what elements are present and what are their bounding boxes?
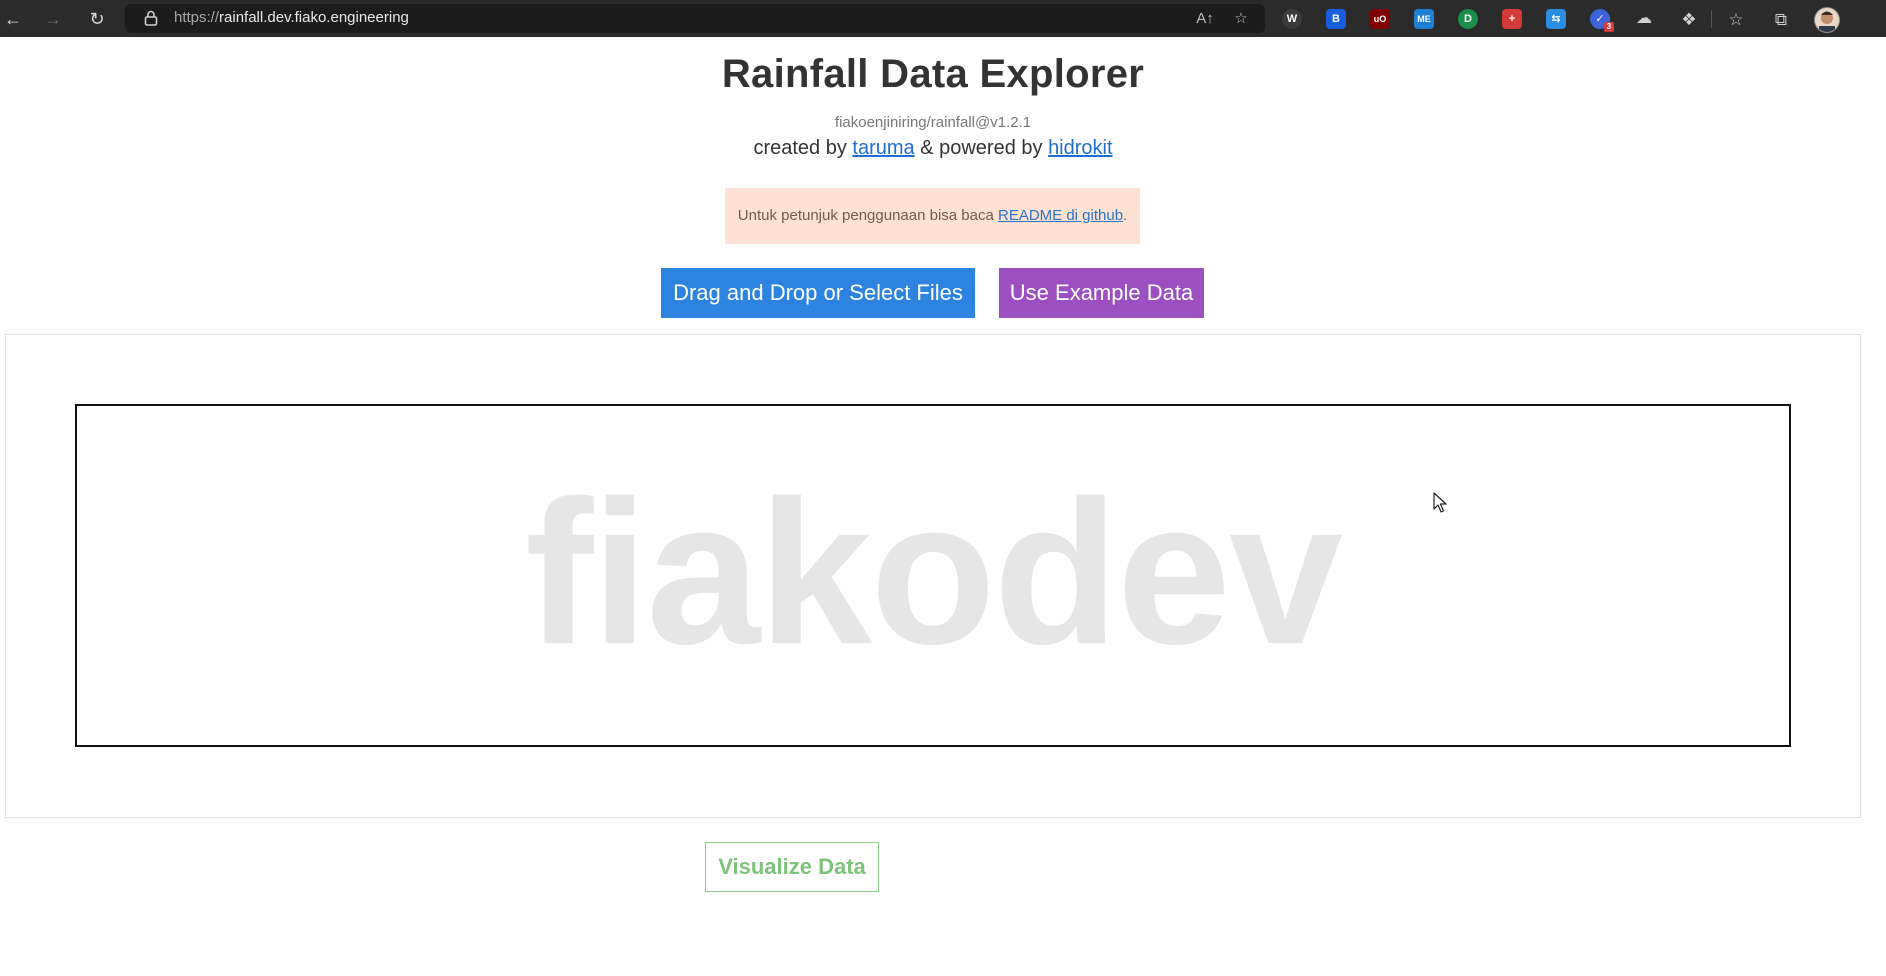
upload-files-button[interactable]: Drag and Drop or Select Files	[661, 268, 975, 318]
notice-suffix: .	[1123, 207, 1128, 224]
ext-me-icon[interactable]: ME	[1414, 9, 1434, 29]
version-label: fiakoenjiniring/rainfall@v1.2.1	[834, 114, 1032, 131]
credits-line: created by taruma & powered by hidrokit	[0, 137, 1866, 160]
bitwarden-icon[interactable]: B	[1326, 9, 1346, 29]
avatar-face-icon	[1815, 8, 1839, 32]
ext-d-icon[interactable]: D	[1458, 9, 1478, 29]
forward-arrow-icon[interactable]: →	[40, 6, 66, 32]
credits-prefix: created by	[753, 137, 853, 159]
ext-badge: 3	[1604, 22, 1614, 32]
add-favorite-icon[interactable]: ☆	[1232, 10, 1250, 28]
ext-w-icon[interactable]: W	[1282, 9, 1302, 29]
browser-toolbar: ← → ↻ https://rainfall.dev.fiako.enginee…	[0, 0, 1886, 37]
use-example-data-button[interactable]: Use Example Data	[999, 268, 1204, 318]
visualize-data-button[interactable]: Visualize Data	[705, 842, 879, 892]
profile-avatar[interactable]	[1814, 7, 1840, 33]
page-title: Rainfall Data Explorer	[721, 52, 1145, 96]
mouse-cursor-icon	[1433, 492, 1447, 513]
back-arrow-icon[interactable]: ←	[0, 6, 26, 32]
lock-icon[interactable]	[144, 10, 158, 26]
address-url[interactable]: https://rainfall.dev.fiako.engineering	[174, 9, 409, 26]
cloud-icon[interactable]: ☁	[1634, 9, 1654, 29]
watermark-text: fiakodev	[525, 458, 1343, 687]
readme-notice: Untuk petunjuk penggunaan bisa baca READ…	[725, 188, 1140, 244]
ublock-icon[interactable]: uO	[1370, 9, 1390, 29]
graph-canvas[interactable]: fiakodev	[75, 404, 1791, 747]
notice-text: Untuk petunjuk penggunaan bisa baca	[737, 207, 998, 224]
hidrokit-link[interactable]: hidrokit	[1048, 137, 1112, 159]
read-aloud-icon[interactable]: A↑	[1196, 10, 1214, 28]
collections-icon[interactable]: ⧉	[1770, 9, 1792, 31]
toolbar-divider	[1711, 10, 1712, 28]
favorites-icon[interactable]: ☆	[1725, 9, 1747, 31]
extensions-icon[interactable]: ❖	[1678, 9, 1700, 31]
ext-check-icon[interactable]: ✓ 3	[1590, 9, 1614, 32]
translate-icon[interactable]: ⇆	[1546, 9, 1566, 29]
credits-middle: & powered by	[914, 137, 1049, 159]
refresh-icon[interactable]: ↻	[84, 6, 110, 32]
ext-plus-icon[interactable]: +	[1502, 9, 1522, 29]
author-link[interactable]: taruma	[852, 137, 914, 159]
readme-link[interactable]: README di github	[998, 207, 1123, 224]
